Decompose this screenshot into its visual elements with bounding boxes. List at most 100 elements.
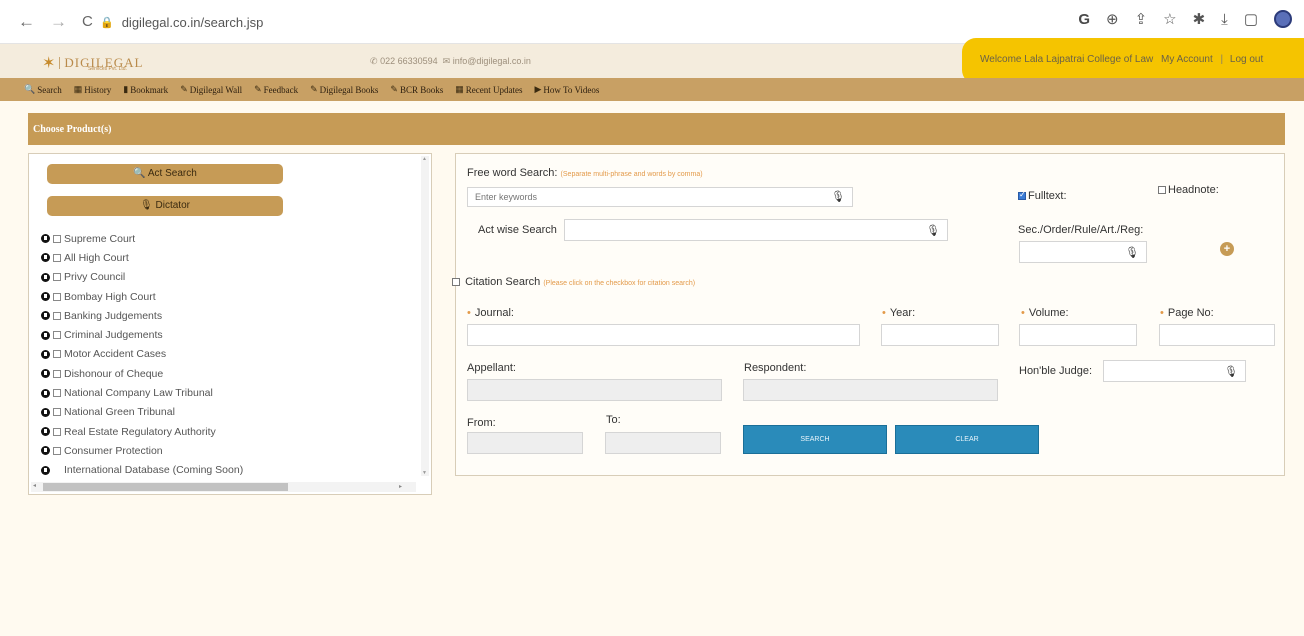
list-item[interactable]: Bombay High Court bbox=[41, 287, 243, 306]
scroll-left-icon[interactable]: ◂ bbox=[33, 482, 36, 489]
judge-input[interactable]: 🎙 bbox=[1103, 360, 1246, 382]
volume-input[interactable] bbox=[1019, 324, 1137, 346]
checkbox[interactable] bbox=[53, 273, 61, 282]
list-item[interactable]: National Company Law Tribunal bbox=[41, 383, 243, 402]
respondent-input[interactable] bbox=[743, 379, 998, 401]
email-link[interactable]: info@digilegal.co.in bbox=[453, 56, 531, 66]
checkbox[interactable] bbox=[53, 292, 61, 301]
menu-bookmark[interactable]: ▮ Bookmark bbox=[123, 84, 168, 95]
menu-bcr-books[interactable]: ✎ BCR Books bbox=[390, 84, 443, 95]
menu-feedback[interactable]: ✎ Feedback bbox=[254, 84, 298, 95]
expand-icon[interactable] bbox=[41, 234, 50, 244]
forward-icon[interactable]: → bbox=[50, 12, 67, 32]
fulltext-option[interactable]: Fulltext: bbox=[1018, 190, 1067, 202]
keywords-field[interactable] bbox=[468, 188, 852, 206]
menu-digilegal-wall[interactable]: ✎ Digilegal Wall bbox=[180, 84, 242, 95]
year-field[interactable] bbox=[882, 325, 998, 345]
menu-digilegal-books[interactable]: ✎ Digilegal Books bbox=[310, 84, 378, 95]
checkbox[interactable] bbox=[53, 350, 61, 359]
google-icon[interactable]: G bbox=[1078, 11, 1090, 28]
checkbox[interactable] bbox=[53, 234, 61, 243]
volume-field[interactable] bbox=[1020, 325, 1136, 345]
profile-avatar[interactable] bbox=[1274, 10, 1292, 28]
menu-how-to-videos[interactable]: ▶ How To Videos bbox=[534, 84, 599, 95]
microphone-icon[interactable]: 🎙 bbox=[926, 224, 940, 237]
checkbox[interactable] bbox=[53, 427, 61, 436]
list-item[interactable]: Criminal Judgements bbox=[41, 325, 243, 344]
dictator-button[interactable]: 🎙 Dictator bbox=[47, 196, 283, 216]
microphone-icon[interactable]: 🎙 bbox=[1125, 246, 1139, 259]
appellant-input[interactable] bbox=[467, 379, 722, 401]
reload-icon[interactable]: C bbox=[82, 13, 93, 30]
vertical-scrollbar[interactable] bbox=[421, 156, 429, 476]
clear-button[interactable]: CLEAR bbox=[895, 425, 1039, 454]
back-icon[interactable]: ← bbox=[18, 12, 35, 32]
list-item[interactable]: Consumer Protection bbox=[41, 441, 243, 460]
scroll-thumb[interactable] bbox=[43, 483, 288, 491]
horizontal-scrollbar[interactable]: ◂ ▸ bbox=[31, 482, 416, 492]
expand-icon[interactable] bbox=[41, 427, 50, 437]
citation-option[interactable]: Citation Search (Please click on the che… bbox=[452, 276, 695, 288]
my-account-link[interactable]: My Account bbox=[1161, 54, 1213, 65]
act-search-button[interactable]: 🔍 Act Search bbox=[47, 164, 283, 184]
list-item[interactable]: Real Estate Regulatory Authority bbox=[41, 422, 243, 441]
microphone-icon[interactable]: 🎙 bbox=[831, 190, 845, 203]
list-item[interactable]: National Green Tribunal bbox=[41, 403, 243, 422]
to-date-field[interactable] bbox=[606, 433, 720, 453]
digilegal-logo[interactable]: ✶ DIGILEGAL Services Pvt. Ltd. bbox=[42, 53, 143, 73]
sidepanel-icon[interactable]: ▢ bbox=[1244, 10, 1258, 28]
expand-icon[interactable] bbox=[41, 311, 50, 321]
act-wise-field[interactable] bbox=[565, 220, 947, 240]
list-item[interactable]: Banking Judgements bbox=[41, 306, 243, 325]
expand-icon[interactable] bbox=[41, 253, 50, 263]
logout-link[interactable]: Log out bbox=[1230, 54, 1263, 65]
list-item[interactable]: Supreme Court bbox=[41, 229, 243, 248]
expand-icon[interactable] bbox=[41, 330, 50, 340]
extensions-icon[interactable]: ✱ bbox=[1193, 10, 1206, 28]
expand-icon[interactable] bbox=[41, 407, 50, 417]
download-icon[interactable]: ⤓ bbox=[1221, 11, 1228, 28]
keywords-input[interactable]: 🎙 bbox=[467, 187, 853, 207]
list-item[interactable]: International Database (Coming Soon) bbox=[41, 461, 243, 480]
headnote-checkbox[interactable] bbox=[1158, 186, 1166, 195]
share-icon[interactable]: ⇪ bbox=[1135, 10, 1148, 28]
expand-icon[interactable] bbox=[41, 465, 50, 475]
menu-recent-updates[interactable]: ▦ Recent Updates bbox=[455, 84, 522, 95]
checkbox[interactable] bbox=[53, 253, 61, 262]
citation-checkbox[interactable] bbox=[452, 278, 460, 287]
star-icon[interactable]: ☆ bbox=[1163, 10, 1176, 28]
appellant-field[interactable] bbox=[468, 380, 721, 400]
journal-input[interactable] bbox=[467, 324, 860, 346]
act-wise-input[interactable]: 🎙 bbox=[564, 219, 948, 241]
to-date-input[interactable] bbox=[605, 432, 721, 454]
journal-field[interactable] bbox=[468, 325, 859, 345]
list-item[interactable]: Dishonour of Cheque bbox=[41, 364, 243, 383]
expand-icon[interactable] bbox=[41, 388, 50, 398]
sec-order-input[interactable]: 🎙 bbox=[1019, 241, 1147, 263]
search-button[interactable]: SEARCH bbox=[743, 425, 887, 454]
list-item[interactable]: All High Court bbox=[41, 248, 243, 267]
zoom-icon[interactable]: ⊕ bbox=[1106, 10, 1119, 28]
checkbox[interactable] bbox=[53, 446, 61, 455]
checkbox[interactable] bbox=[53, 389, 61, 398]
page-no-input[interactable] bbox=[1159, 324, 1275, 346]
address-bar[interactable]: 🔒 digilegal.co.in/search.jsp bbox=[100, 9, 1030, 35]
scroll-right-icon[interactable]: ▸ bbox=[399, 483, 402, 490]
checkbox[interactable] bbox=[53, 369, 61, 378]
menu-history[interactable]: ▦ History bbox=[74, 84, 112, 95]
headnote-option[interactable]: Headnote: bbox=[1158, 184, 1219, 196]
list-item[interactable]: Privy Council bbox=[41, 268, 243, 287]
from-date-field[interactable] bbox=[468, 433, 582, 453]
checkbox[interactable] bbox=[53, 331, 61, 340]
expand-icon[interactable] bbox=[41, 292, 50, 302]
microphone-icon[interactable]: 🎙 bbox=[1224, 365, 1238, 378]
list-item[interactable]: Motor Accident Cases bbox=[41, 345, 243, 364]
checkbox[interactable] bbox=[53, 311, 61, 320]
year-input[interactable] bbox=[881, 324, 999, 346]
expand-icon[interactable] bbox=[41, 272, 50, 282]
respondent-field[interactable] bbox=[744, 380, 997, 400]
url-text[interactable]: digilegal.co.in/search.jsp bbox=[122, 15, 264, 30]
add-icon[interactable]: + bbox=[1220, 242, 1234, 256]
from-date-input[interactable] bbox=[467, 432, 583, 454]
fulltext-checkbox[interactable] bbox=[1018, 190, 1026, 201]
